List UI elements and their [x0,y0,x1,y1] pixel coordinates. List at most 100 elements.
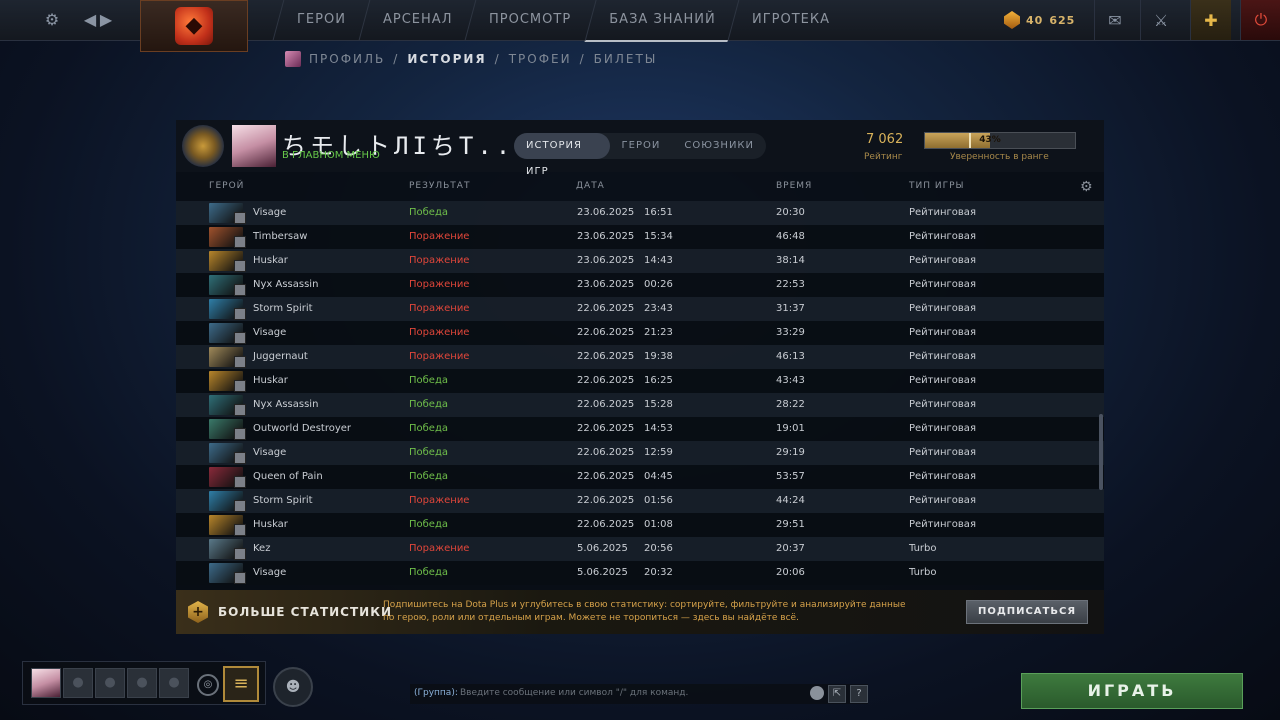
table-row[interactable]: Queen of Pain Победа 22.06.2025 04:45 53:57 Р… [176,465,1104,489]
role-badge-icon [234,236,246,248]
shards-currency[interactable]: 40 625 [1004,9,1075,31]
rank-tier-icon[interactable]: ≡ [223,666,259,702]
chat-help-button[interactable]: ? [850,685,868,703]
dota-plus-button[interactable]: ✚ [1190,0,1231,40]
party-slot-self[interactable] [31,668,61,698]
match-time: 12:59 [644,447,673,458]
match-date: 22.06.2025 [577,495,635,506]
party-slot-empty[interactable]: ● [63,668,93,698]
match-type: Рейтинговая [909,279,976,290]
tab-heroes[interactable]: ГЕРОИ [610,133,673,159]
main-nav: ГЕРОИ АРСЕНАЛ ПРОСМОТР БАЗА ЗНАНИЙ ИГРОТ… [272,0,854,42]
subnav-history[interactable]: ИСТОРИЯ [407,52,486,66]
party-slot-empty[interactable]: ● [159,668,189,698]
nav-heroes[interactable]: ГЕРОИ [272,0,370,40]
hero-name: Juggernaut [253,351,308,362]
table-row[interactable]: Nyx Assassin Поражение 23.06.2025 00:26 22:5… [176,273,1104,297]
friends-button[interactable]: ☻ [273,667,313,707]
match-type: Рейтинговая [909,303,976,314]
currency-amount-b: 625 [1049,13,1076,27]
tab-match-history[interactable]: ИСТОРИЯ ИГР [514,133,610,177]
person-icon: ● [104,675,116,690]
hero-name: Huskar [253,255,288,266]
table-row[interactable]: Visage Победа 5.06.2025 20:32 20:06 Turbo [176,561,1104,585]
nav-watch[interactable]: ПРОСМОТР [465,0,595,40]
col-hero[interactable]: ГЕРОЙ [209,181,244,191]
table-row[interactable]: Nyx Assassin Победа 22.06.2025 15:28 28:22 Ре… [176,393,1104,417]
chat-input[interactable]: Введите сообщение или символ "/" для ком… [460,688,688,698]
role-badge-icon [234,380,246,392]
tab-allies[interactable]: СОЮЗНИКИ [672,133,766,159]
role-badge-icon [234,572,246,584]
armory-button[interactable]: ⚔ [1140,0,1181,40]
table-settings-gear-icon[interactable]: ⚙ [1080,179,1096,195]
power-icon: ⏻ [1254,10,1268,29]
person-icon: ● [168,675,180,690]
match-result: Победа [409,375,448,386]
match-date: 22.06.2025 [577,399,635,410]
top-bar: ⚙ ◀ ▶ ◆ ГЕРОИ АРСЕНАЛ ПРОСМОТР БАЗА ЗНАН… [0,0,1280,52]
table-row[interactable]: Outworld Destroyer Победа 22.06.2025 14:53 1… [176,417,1104,441]
table-row[interactable]: Huskar Победа 22.06.2025 01:08 29:51 Рейтинго… [176,513,1104,537]
emoji-icon[interactable] [810,686,824,700]
match-date: 22.06.2025 [577,351,635,362]
subnav-tickets[interactable]: БИЛЕТЫ [594,52,658,66]
table-row[interactable]: Storm Spirit Поражение 22.06.2025 01:56 44:2… [176,489,1104,513]
table-row[interactable]: Kez Поражение 5.06.2025 20:56 20:37 Turbo [176,537,1104,561]
nav-arcade[interactable]: ИГРОТЕКА [727,0,854,40]
table-row[interactable]: Visage Победа 22.06.2025 12:59 29:19 Рейтинго… [176,441,1104,465]
play-button[interactable]: ИГРАТЬ [1021,673,1243,709]
col-result[interactable]: РЕЗУЛЬТАТ [409,181,470,191]
match-time: 23:43 [644,303,673,314]
party-slot-empty[interactable]: ● [95,668,125,698]
match-result: Поражение [409,255,470,266]
role-badge-icon [234,428,246,440]
table-row[interactable]: Visage Поражение 22.06.2025 21:23 33:29 Рейти… [176,321,1104,345]
nav-armory[interactable]: АРСЕНАЛ [358,0,476,40]
chat-popout-icon[interactable]: ⇱ [828,685,846,703]
nav-learn[interactable]: БАЗА ЗНАНИЙ [583,0,739,42]
gear-icon[interactable]: ⚙ [40,8,64,32]
match-date: 22.06.2025 [577,375,635,386]
table-row[interactable]: Timbersaw Поражение 23.06.2025 15:34 46:48 Ре… [176,225,1104,249]
table-row[interactable]: Huskar Победа 22.06.2025 16:25 43:43 Рейтинго… [176,369,1104,393]
rating-value: 7 062 [866,132,904,147]
col-date[interactable]: ДАТА [576,181,605,191]
hero-name: Huskar [253,375,288,386]
match-duration: 20:30 [776,207,805,218]
hero-name: Visage [253,567,287,578]
match-result: Победа [409,423,448,434]
party-bar: ● ● ● ● ◎ ≡ [22,661,266,705]
match-date: 22.06.2025 [577,471,635,482]
match-result: Победа [409,471,448,482]
match-result: Поражение [409,327,470,338]
subnav-profile[interactable]: ПРОФИЛЬ [309,52,385,66]
match-type: Рейтинговая [909,399,976,410]
mail-button[interactable]: ✉ [1094,0,1135,40]
subnav-trophies[interactable]: ТРОФЕИ [509,52,572,66]
chat-channel[interactable]: (Группа): [414,688,458,698]
dota-logo-button[interactable]: ◆ [140,0,248,52]
col-game-type[interactable]: ТИП ИГРЫ [909,181,964,191]
armory-icon: ⚔ [1153,10,1169,30]
hero-name: Nyx Assassin [253,399,319,410]
party-slot-empty[interactable]: ● [127,668,157,698]
match-type: Рейтинговая [909,327,976,338]
subnav-separator: / [579,52,586,66]
scrollbar[interactable] [1099,414,1103,490]
match-result: Поражение [409,279,470,290]
player-avatar[interactable] [232,125,276,167]
table-row[interactable]: Juggernaut Поражение 22.06.2025 19:38 46:13 Р… [176,345,1104,369]
match-type: Рейтинговая [909,495,976,506]
match-result: Поражение [409,303,470,314]
table-row[interactable]: Storm Spirit Поражение 22.06.2025 23:43 31:3… [176,297,1104,321]
rating-label: Рейтинг [864,152,903,162]
match-duration: 46:48 [776,231,805,242]
forward-arrow-icon[interactable]: ▶ [94,8,118,32]
exit-button[interactable]: ⏻ [1240,0,1280,40]
headset-icon[interactable]: ◎ [197,674,219,696]
col-duration[interactable]: ВРЕМЯ [776,181,812,191]
table-row[interactable]: Visage Победа 23.06.2025 16:51 20:30 Рейтинго… [176,201,1104,225]
table-row[interactable]: Huskar Поражение 23.06.2025 14:43 38:14 Рейти… [176,249,1104,273]
subscribe-button[interactable]: ПОДПИСАТЬСЯ [966,600,1088,624]
